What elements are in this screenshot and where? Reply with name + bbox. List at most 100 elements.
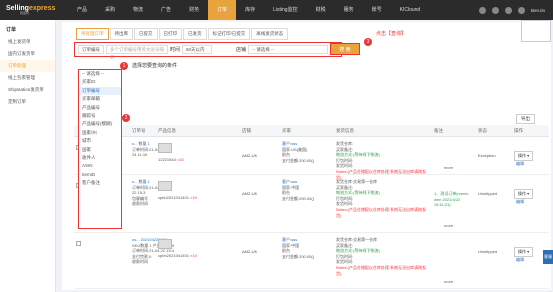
buyer-line: 支付金额:200.00() xyxy=(282,195,315,201)
product-sku: cpbh2021041401 ×10 xyxy=(158,253,197,259)
sidebar-item[interactable]: 线上包裹管理 xyxy=(0,72,55,84)
main-content: 待处理订单 待出库 已提交 已打印 已发货 标记打印/已提交 离线发货状态 订单编号 多个订… xyxy=(62,22,551,290)
order-info: s... 数量 1 订单时间:21-04- 22 15:3 包裹编号 收款时间 xyxy=(132,179,161,207)
nav-item[interactable]: KIClound xyxy=(391,0,430,20)
support-float-button[interactable]: 客服 xyxy=(543,250,553,264)
nav-item[interactable]: 物流 xyxy=(124,0,152,20)
table-row: s... 数量 1 订单时间:21-04 24 11:10 12221544 ×10 A… xyxy=(74,137,549,180)
brand-logo[interactable]: Sellingexpress 赛盈网 xyxy=(0,0,62,20)
more-link[interactable]: more xyxy=(444,223,453,229)
tab-item[interactable]: 标记打印/已提交 xyxy=(207,28,251,40)
sidebar-item[interactable]: 定制订单 xyxy=(0,96,55,108)
dropdown-option[interactable]: 收件人 xyxy=(79,154,121,162)
dropdown-option[interactable]: 国家 xyxy=(79,146,121,154)
column-header: 发货信息 xyxy=(336,128,354,133)
fullscreen-icon[interactable] xyxy=(478,6,486,14)
nav-item[interactable]: 采购 xyxy=(96,0,124,20)
nav-item[interactable]: Listing监控 xyxy=(264,0,306,20)
nav-item[interactable]: 账号 xyxy=(363,0,391,20)
gift-icon[interactable] xyxy=(491,6,499,14)
product-thumbnail[interactable] xyxy=(158,143,172,153)
nav-item[interactable]: 财务 xyxy=(180,0,208,20)
dropdown-option[interactable]: 城市 xyxy=(79,137,121,145)
dropdown-option[interactable]: 客户备注 xyxy=(79,179,121,187)
edit-link[interactable]: 编辑 xyxy=(516,199,524,205)
main-nav: 产品 采购 物流 广告 财务 订单 库存 Listing监控 财税 服务 账号 KIClound xyxy=(68,0,429,20)
buyer-info: 客户:sss 国家:中国 前台 支付金额:200.00() xyxy=(282,237,314,259)
time-range-select[interactable]: 60天以内 xyxy=(182,45,213,54)
filter-bar: 订单编号 多个订单编号用英文逗号隔开 时间 60天以内 店铺 -- 请选择 -- xyxy=(74,42,342,60)
edit-link[interactable]: 编辑 xyxy=(516,161,524,167)
buyer-line: 支付金额:200.00() xyxy=(282,253,315,259)
dropdown-option[interactable]: 买家ID xyxy=(79,78,121,86)
action-dropdown[interactable]: 操作 ▾ xyxy=(514,151,534,161)
product-thumbnail[interactable] xyxy=(158,239,172,249)
dropdown-option[interactable]: 产品编号 xyxy=(79,104,121,112)
order-tabs: 待处理订单 待出库 已提交 已打印 已发货 标记打印/已提交 离线发货状态 xyxy=(76,28,289,40)
sidebar-item[interactable]: 订单处理 xyxy=(0,60,55,72)
column-header: 订单号 xyxy=(132,128,146,133)
action-dropdown[interactable]: 操作 ▾ xyxy=(514,189,534,199)
sidebar-item[interactable]: 线上发货单 xyxy=(0,36,55,48)
column-header: 操作 xyxy=(514,128,523,133)
nav-item[interactable]: 广告 xyxy=(152,0,180,20)
step-badge-2: 2 xyxy=(122,114,130,122)
tab-item[interactable]: 离线发货状态 xyxy=(251,28,289,40)
dropdown-option[interactable]: 国家/州 xyxy=(79,129,121,137)
nav-item[interactable]: 财税 xyxy=(307,0,335,20)
nav-item[interactable]: 产品 xyxy=(68,0,96,20)
column-header: 产品信息 xyxy=(158,128,176,133)
more-link[interactable]: more xyxy=(444,165,453,171)
nav-item[interactable]: 订单 xyxy=(208,0,237,20)
tab-item[interactable]: 已打印 xyxy=(158,28,182,40)
qty-text: ×10 xyxy=(176,157,184,162)
row-checkbox[interactable] xyxy=(76,241,81,246)
tab-item[interactable]: 待处理订单 xyxy=(76,28,109,40)
table-row: s... 数量 1 订单时间:21-04- 22 15:3 包裹编号 收款时间 cpbh2… xyxy=(74,175,549,233)
search-button[interactable]: 搜 索 xyxy=(330,43,360,55)
tab-item[interactable]: 已发货 xyxy=(183,28,207,40)
order-line: 24 11:10 xyxy=(132,152,148,158)
sku-text: cpbh2021041401 xyxy=(158,253,191,258)
order-number-input[interactable]: 多个订单编号用英文逗号隔开 xyxy=(106,45,168,60)
dropdown-option[interactable]: 跟踪号 xyxy=(79,112,121,120)
action-dropdown[interactable]: 操作 ▾ xyxy=(514,247,534,257)
remark: 1、测试订单(menlo wen 2021/4/22 15:11:21) xyxy=(434,191,469,208)
product-thumbnail[interactable] xyxy=(158,181,172,191)
dropdown-option[interactable]: 买家邮箱 xyxy=(79,95,121,103)
dropdown-option[interactable]: ASIN xyxy=(79,162,121,170)
order-notes: Notes:(产品仓储配以仓库处理,系统无法出库请按发货) xyxy=(336,206,427,218)
step-badge-3: 3 xyxy=(364,38,372,46)
export-button[interactable]: 导出 xyxy=(516,114,535,124)
sidebar: 订单 线上发货单 国内订发货单 订单处理 线上包裹管理 Shipstation发货单 定制… xyxy=(0,20,56,292)
tab-item[interactable]: 待出库 xyxy=(109,28,133,40)
dropdown-option[interactable]: ItemID xyxy=(79,171,121,179)
store-select[interactable]: -- 请选择 -- xyxy=(248,45,329,54)
order-line: 收款时间 xyxy=(132,201,148,207)
help-icon[interactable] xyxy=(504,6,512,14)
dropdown-option[interactable]: -- 请选择 -- xyxy=(79,70,121,78)
table-header: 订单号 产品信息 店铺 买家 发货信息 备注 状态 操作 xyxy=(74,125,549,137)
sidebar-item[interactable]: Shipstation发货单 xyxy=(0,84,55,96)
sidebar-item[interactable]: 国内订发货单 xyxy=(0,48,55,60)
user-name[interactable]: Ben.tin xyxy=(531,8,545,13)
tab-item[interactable]: 已提交 xyxy=(134,28,158,40)
top-right-tools: Ben.tin xyxy=(478,0,553,20)
more-link[interactable]: more xyxy=(444,279,453,285)
shipping-info: 发货仓库:交易第一仓库 买家备注: 物流方式:(等待线下物流) 打包时间: 发货时间: N… xyxy=(336,179,428,218)
column-header: 备注 xyxy=(434,128,443,133)
dropdown-option[interactable]: 订单编号 xyxy=(79,86,121,96)
sku-text: cpbh2021041401 xyxy=(158,195,191,200)
edit-link[interactable]: 编辑 xyxy=(516,257,524,263)
dropdown-option[interactable]: 产品编号(模糊) xyxy=(79,120,121,128)
order-notes: Notes:(产品仓储配以仓库处理,系统无法出库请按发货) xyxy=(336,264,427,276)
nav-item[interactable]: 服务 xyxy=(335,0,363,20)
store-label: 店铺 xyxy=(236,47,247,53)
status-badge: Unshipped xyxy=(478,191,498,196)
select-condition-note: 选择您要查询的条件 xyxy=(132,62,178,69)
nav-item[interactable]: 库存 xyxy=(236,0,264,20)
user-avatar-icon[interactable] xyxy=(517,6,525,14)
search-type-select[interactable]: 订单编号 xyxy=(78,45,104,54)
buyer-line: 支付金额:200.00() xyxy=(282,157,315,163)
help-widget[interactable] xyxy=(521,20,551,42)
